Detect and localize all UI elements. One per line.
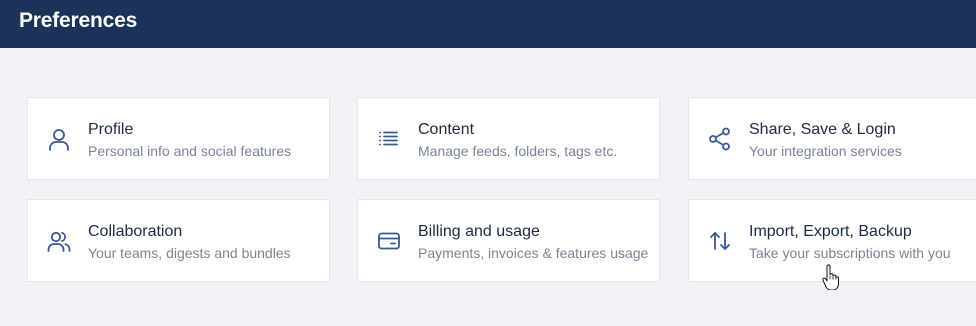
credit-card-icon [376,228,402,254]
card-description: Payments, invoices & features usage [418,245,649,261]
card-profile[interactable]: Profile Personal info and social feature… [27,97,330,180]
share-icon [707,126,733,152]
user-icon [46,126,72,152]
card-content[interactable]: Content Manage feeds, folders, tags etc. [357,97,660,180]
card-title: Profile [88,121,134,138]
card-title: Billing and usage [418,223,540,240]
card-title: Collaboration [88,223,183,240]
card-description: Your teams, digests and bundles [88,245,291,261]
card-description: Your integration services [749,143,902,159]
card-title: Content [418,121,475,138]
card-collaboration[interactable]: Collaboration Your teams, digests and bu… [27,199,330,282]
card-title: Import, Export, Backup [749,223,912,240]
card-billing-and-usage[interactable]: Billing and usage Payments, invoices & f… [357,199,660,282]
card-description: Manage feeds, folders, tags etc. [418,143,618,159]
page-title: Preferences [19,9,138,32]
card-description: Personal info and social features [88,143,292,159]
card-share-save-login[interactable]: Share, Save & Login Your integration ser… [688,97,976,180]
users-icon [46,228,72,254]
card-description: Take your subscriptions with you [749,245,951,261]
card-title: Share, Save & Login [749,121,896,138]
top-header-bar: Preferences [0,0,976,48]
card-import-export-backup[interactable]: Import, Export, Backup Take your subscri… [688,199,976,282]
arrows-up-down-icon [707,228,733,254]
list-icon [376,126,402,152]
